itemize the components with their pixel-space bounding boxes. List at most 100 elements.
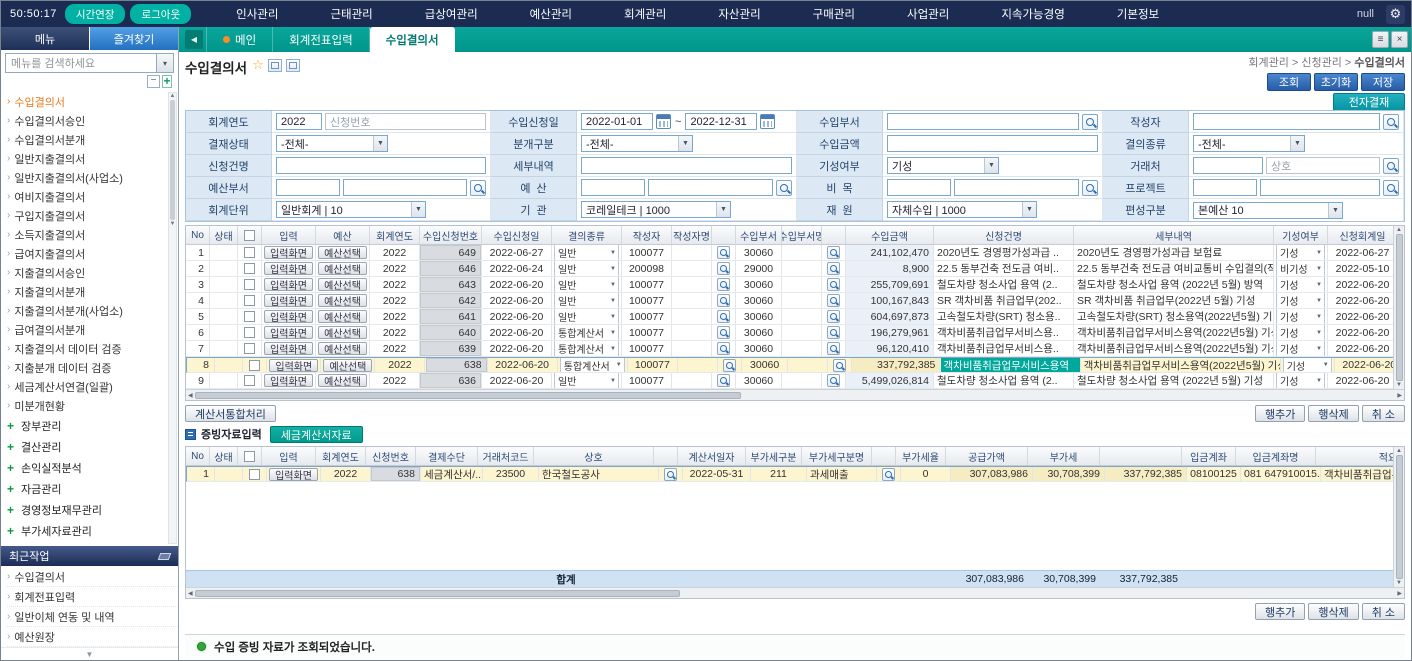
sidebar-menu-item[interactable]: ›지출분개 데이터 검증 [7,358,166,377]
kind-select[interactable]: 일반▼ [554,245,619,260]
sidebar-tree-item[interactable]: +경영정보재무관리 [7,499,166,520]
search-dropdown-icon[interactable]: ▾ [156,54,173,72]
delete-row-button[interactable]: 행삭제 [1308,603,1358,620]
expand-plus-icon[interactable]: + [7,440,17,454]
search-icon[interactable] [717,374,730,387]
popup-window-icon[interactable] [286,59,300,72]
completion-select[interactable]: 기성▼ [1276,309,1325,324]
budget-name-input[interactable] [648,179,773,196]
kind-select[interactable]: 통합계산서▼ [554,325,619,340]
input-screen-button[interactable]: 입력화면 [264,374,313,387]
top-menu-item[interactable]: 기본정보 [1091,6,1185,22]
input-screen-button[interactable]: 입력화면 [264,246,313,259]
kind-select[interactable]: 일반▼ [554,293,619,308]
journal-type-select[interactable]: -전체-▼ [581,135,693,152]
income-amount-input[interactable] [887,135,1098,152]
search-icon[interactable] [1082,180,1098,196]
add-row-button[interactable]: 행추가 [1255,405,1305,422]
top-menu-item[interactable]: 지속가능경영 [975,6,1090,22]
table-row[interactable]: 3 입력화면 예산선택 2022 643 2022-06-20 일반▼ [186,277,1393,293]
completion-select[interactable]: 기성▼ [1276,277,1325,292]
recent-work-item[interactable]: ›일반이체 연동 및 내역 [7,607,178,627]
sidebar-menu-item[interactable]: ›지출결의서분개(사업소) [7,301,166,320]
budget-select-button[interactable]: 예산선택 [323,359,372,372]
invoice-merge-button[interactable]: 계산서통합처리 [185,405,276,422]
resolution-kind-select[interactable]: -전체-▼ [1193,135,1305,152]
input-screen-button[interactable]: 입력화면 [264,278,313,291]
completion-select[interactable]: 기성▼ [1276,325,1325,340]
sidebar-scrollbar[interactable]: ▲▼ [168,92,177,544]
input-screen-button[interactable]: 입력화면 [264,294,313,307]
writer-input[interactable] [1193,113,1380,130]
date-from-input[interactable]: 2022-01-01 [581,113,653,130]
budget-select-button[interactable]: 예산선택 [318,246,367,259]
input-screen-button[interactable]: 입력화면 [269,359,318,372]
sidebar-tab-favorites[interactable]: 즐겨찾기 [90,27,178,50]
sidebar-menu-item[interactable]: ›미분개현황 [7,396,166,415]
table-row[interactable]: 1 입력화면 2022 638 세금계산서/.. 23500 한국철도공사 [186,466,1393,482]
kind-select[interactable]: 통합계산서▼ [560,358,625,372]
budget-select-button[interactable]: 예산선택 [318,294,367,307]
sidebar-tree-item[interactable]: +결산관리 [7,436,166,457]
search-icon[interactable] [827,310,840,323]
sidebar-menu-item[interactable]: ›지출결의서승인 [7,263,166,282]
search-icon[interactable] [723,359,736,372]
sidebar-menu-item[interactable]: ›수입결의서분개 [7,130,166,149]
search-icon[interactable] [1383,180,1399,196]
organization-select[interactable]: 코레일테크 | 1000▼ [581,201,731,218]
sidebar-scroll-down[interactable]: ▼ [1,647,178,660]
recent-work-item[interactable]: ›회계전표입력 [7,587,178,607]
cancel-button[interactable]: 취 소 [1362,603,1405,620]
grid1-vertical-scrollbar[interactable]: ▲▼ [1393,226,1404,389]
top-menu-item[interactable]: 근태관리 [304,6,398,22]
budget-select-button[interactable]: 예산선택 [318,278,367,291]
cancel-button[interactable]: 취 소 [1362,405,1405,422]
tax-invoice-button[interactable]: 세금계산서자료 [270,426,363,443]
search-icon[interactable] [827,326,840,339]
expand-plus-icon[interactable]: + [7,461,17,475]
table-row[interactable]: 6 입력화면 예산선택 2022 640 2022-06-20 통합계산서▼ [186,325,1393,341]
expand-all-button[interactable]: + [162,75,172,88]
search-icon[interactable] [833,359,846,372]
top-menu-item[interactable]: 구매관리 [787,6,881,22]
clear-recent-icon[interactable] [158,553,172,560]
sidebar-tree-item[interactable]: +자금관리 [7,478,166,499]
completion-select[interactable]: 기성▼ [1276,245,1325,260]
search-icon[interactable] [827,278,840,291]
sidebar-menu-item[interactable]: ›일반지출결의서(사업소) [7,168,166,187]
expand-plus-icon[interactable]: + [7,482,17,496]
row-checkbox[interactable] [244,343,255,354]
sidebar-menu-item[interactable]: ›세금계산서연결(일괄) [7,377,166,396]
sidebar-tree-item[interactable]: +손익실적분석 [7,457,166,478]
tab-list-icon[interactable]: ≡ [1372,31,1389,48]
completion-select[interactable]: 비기성▼ [1276,261,1325,276]
search-icon[interactable] [717,262,730,275]
budget-select-button[interactable]: 예산선택 [318,262,367,275]
top-menu-item[interactable]: 예산관리 [504,6,598,22]
fund-source-select[interactable]: 자체수입 | 1000▼ [887,201,1037,218]
search-icon[interactable] [776,180,792,196]
save-button[interactable]: 저장 [1361,73,1405,91]
sidebar-menu-item[interactable]: ›급여결의서분개 [7,320,166,339]
grid1-horizontal-scrollbar[interactable]: ◀▶ [186,389,1404,400]
search-icon[interactable] [717,246,730,259]
completion-select[interactable]: 기성▼ [887,157,999,174]
input-screen-button[interactable]: 입력화면 [264,310,313,323]
tab-close-icon[interactable]: × [1391,31,1408,48]
search-icon[interactable] [470,180,486,196]
table-row[interactable]: 7 입력화면 예산선택 2022 639 2022-06-20 통합계산서▼ [186,341,1393,357]
grid2-horizontal-scrollbar[interactable]: ◀▶ [186,587,1404,598]
kind-select[interactable]: 일반▼ [554,277,619,292]
reset-button[interactable]: 초기화 [1314,73,1358,91]
income-dept-input[interactable] [887,113,1079,130]
delete-row-button[interactable]: 행삭제 [1308,405,1358,422]
vendor-code-input[interactable] [1193,157,1263,174]
sidebar-menu-item[interactable]: ›급여지출결의서 [7,244,166,263]
search-icon[interactable] [717,278,730,291]
add-row-button[interactable]: 행추가 [1255,603,1305,620]
search-icon[interactable] [717,294,730,307]
project-code-input[interactable] [1193,179,1257,196]
sidebar-tree-item[interactable]: +부가세자료관리 [7,520,166,541]
sidebar-menu-item[interactable]: ›수입결의서 [7,92,166,111]
search-icon[interactable] [827,262,840,275]
